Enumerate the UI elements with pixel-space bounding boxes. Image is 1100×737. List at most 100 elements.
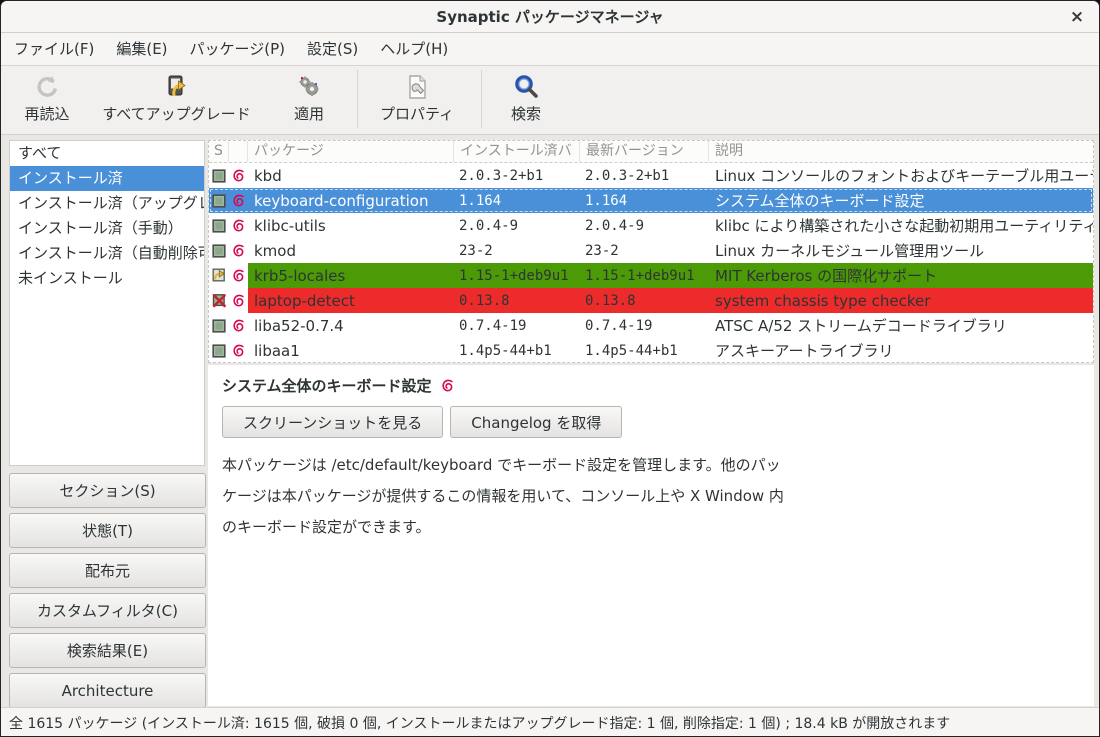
package-status-cell[interactable] bbox=[209, 188, 229, 213]
toolbar-reload-label: 再読込 bbox=[24, 103, 69, 125]
menu-file[interactable]: ファイル(F) bbox=[3, 33, 105, 65]
latest-version: 23-2 bbox=[580, 238, 709, 263]
status-installed-icon bbox=[212, 169, 226, 183]
filter-item[interactable]: インストール済 bbox=[10, 166, 204, 191]
package-status-cell[interactable] bbox=[209, 288, 229, 313]
installed-version: 1.4p5-44+b1 bbox=[454, 338, 580, 363]
column-header-status[interactable]: S bbox=[209, 141, 229, 162]
origin-button[interactable]: 配布元 bbox=[9, 553, 206, 588]
sections-button[interactable]: セクション(S) bbox=[9, 473, 206, 508]
sidebar-buttons: セクション(S) 状態(T) 配布元カスタムフィルタ(C) 検索結果(E) Archit… bbox=[9, 473, 206, 708]
status-button[interactable]: 状態(T) bbox=[9, 513, 206, 548]
status-installed-icon bbox=[212, 194, 226, 208]
installed-version: 23-2 bbox=[454, 238, 580, 263]
toolbar-upgrade-all-label: すべてアップグレード bbox=[102, 103, 250, 125]
package-status-cell[interactable] bbox=[209, 313, 229, 338]
filter-item[interactable]: インストール済（アップグレ bbox=[10, 191, 204, 216]
status-installed-icon bbox=[212, 344, 226, 358]
status-remove-icon bbox=[212, 293, 227, 308]
get-screenshot-button[interactable]: スクリーンショットを見る bbox=[222, 406, 443, 438]
filter-item[interactable]: 未インストール bbox=[10, 266, 204, 291]
debian-swirl-icon bbox=[231, 168, 246, 183]
column-header-name[interactable]: パッケージ bbox=[248, 141, 454, 162]
toolbar-search-button[interactable]: 検索 bbox=[493, 71, 559, 129]
latest-version: 1.4p5-44+b1 bbox=[580, 338, 709, 363]
package-short-description: MIT Kerberos の国際化サポート bbox=[709, 263, 1093, 288]
status-installed-icon bbox=[212, 244, 226, 258]
debian-swirl-cell bbox=[229, 188, 248, 213]
package-name: libaa1 bbox=[248, 338, 454, 363]
architecture-button[interactable]: Architecture bbox=[9, 673, 206, 708]
search-results-button[interactable]: 検索結果(E) bbox=[9, 633, 206, 668]
toolbar-separator bbox=[357, 70, 358, 128]
package-short-description: Linux コンソールのフォントおよびキーテーブル用ユーテ bbox=[709, 163, 1093, 188]
filter-item[interactable]: インストール済（手動） bbox=[10, 216, 204, 241]
column-header-installed[interactable]: インストール済バ bbox=[454, 141, 580, 162]
synaptic-window: Synaptic パッケージマネージャ × ファイル(F)編集(E)パッケージ(… bbox=[0, 0, 1100, 737]
toolbar-properties-button[interactable]: プロパティ bbox=[369, 71, 465, 129]
table-row[interactable]: krb5-locales1.15-1+deb9u11.15-1+deb9u1MI… bbox=[209, 263, 1093, 288]
table-row[interactable]: kmod23-223-2Linux カーネルモジュール管理用ツール bbox=[209, 238, 1093, 263]
table-row[interactable]: klibc-utils2.0.4-92.0.4-9klibc により構築された小… bbox=[209, 213, 1093, 238]
custom-filters-button[interactable]: カスタムフィルタ(C) bbox=[9, 593, 206, 628]
column-header-latest[interactable]: 最新バージョン bbox=[580, 141, 709, 162]
package-name: krb5-locales bbox=[248, 263, 454, 288]
package-name: kbd bbox=[248, 163, 454, 188]
toolbar-upgrade-all-button[interactable]: すべてアップグレード bbox=[94, 71, 259, 129]
filter-item[interactable]: すべて bbox=[10, 141, 204, 166]
column-header-supported[interactable] bbox=[229, 141, 248, 162]
menu-edit[interactable]: 編集(E) bbox=[105, 33, 178, 65]
installed-version: 2.0.4-9 bbox=[454, 213, 580, 238]
status-installed-icon bbox=[212, 319, 226, 333]
debian-swirl-icon bbox=[440, 378, 455, 393]
debian-swirl-icon bbox=[231, 343, 246, 358]
package-status-cell[interactable] bbox=[209, 163, 229, 188]
package-status-cell[interactable] bbox=[209, 213, 229, 238]
table-body: kbd2.0.3-2+b12.0.3-2+b1Linux コンソールのフォントお… bbox=[209, 163, 1093, 363]
package-name: laptop-detect bbox=[248, 288, 454, 313]
latest-version: 2.0.3-2+b1 bbox=[580, 163, 709, 188]
debian-swirl-icon bbox=[231, 243, 246, 258]
package-short-description: klibc により構築された小さな起動初期用ユーティリティ bbox=[709, 213, 1093, 238]
toolbar-search-label: 検索 bbox=[511, 103, 541, 125]
package-status-cell[interactable] bbox=[209, 238, 229, 263]
installed-version: 2.0.3-2+b1 bbox=[454, 163, 580, 188]
debian-swirl-icon bbox=[231, 293, 246, 308]
table-row[interactable]: laptop-detect0.13.80.13.8system chassis … bbox=[209, 288, 1093, 313]
title-bar[interactable]: Synaptic パッケージマネージャ × bbox=[1, 1, 1099, 33]
apply-icon bbox=[295, 73, 323, 101]
table-row[interactable]: keyboard-configuration1.1641.164システム全体のキ… bbox=[209, 188, 1093, 213]
package-name: kmod bbox=[248, 238, 454, 263]
details-title: システム全体のキーボード設定 bbox=[222, 375, 432, 396]
installed-version: 0.7.4-19 bbox=[454, 313, 580, 338]
table-row[interactable]: kbd2.0.3-2+b12.0.3-2+b1Linux コンソールのフォントお… bbox=[209, 163, 1093, 188]
get-changelog-button[interactable]: Changelog を取得 bbox=[450, 406, 622, 438]
table-row[interactable]: liba52-0.7.40.7.4-190.7.4-19ATSC A/52 スト… bbox=[209, 313, 1093, 338]
table-row[interactable]: libaa11.4p5-44+b11.4p5-44+b1アスキーアートライブラリ bbox=[209, 338, 1093, 363]
package-status-cell[interactable] bbox=[209, 338, 229, 363]
table-header: S パッケージインストール済バ最新バージョン説明 bbox=[209, 141, 1093, 163]
package-short-description: アスキーアートライブラリ bbox=[709, 338, 1093, 363]
close-icon[interactable]: × bbox=[1065, 5, 1089, 29]
debian-swirl-cell bbox=[229, 288, 248, 313]
properties-icon bbox=[403, 73, 431, 101]
package-short-description: system chassis type checker bbox=[709, 288, 1093, 313]
package-short-description: システム全体のキーボード設定 bbox=[709, 188, 1093, 213]
filter-item[interactable]: インストール済（自動削除可 bbox=[10, 241, 204, 266]
installed-version: 0.13.8 bbox=[454, 288, 580, 313]
toolbar-reload-button[interactable]: 再読込 bbox=[15, 71, 79, 129]
menu-settings[interactable]: 設定(S) bbox=[296, 33, 369, 65]
menu-package[interactable]: パッケージ(P) bbox=[179, 33, 296, 65]
debian-swirl-cell bbox=[229, 163, 248, 188]
package-short-description: Linux カーネルモジュール管理用ツール bbox=[709, 238, 1093, 263]
latest-version: 1.164 bbox=[580, 188, 709, 213]
menu-help[interactable]: ヘルプ(H) bbox=[369, 33, 459, 65]
toolbar-properties-label: プロパティ bbox=[380, 103, 454, 125]
package-name: klibc-utils bbox=[248, 213, 454, 238]
package-status-cell[interactable] bbox=[209, 263, 229, 288]
toolbar-apply-button[interactable]: 適用 bbox=[277, 71, 341, 129]
column-header-description[interactable]: 説明 bbox=[709, 141, 1093, 162]
toolbar-apply-label: 適用 bbox=[294, 103, 324, 125]
details-buttons: スクリーンショットを見るChangelog を取得 bbox=[222, 406, 1080, 438]
search-icon bbox=[512, 73, 540, 101]
